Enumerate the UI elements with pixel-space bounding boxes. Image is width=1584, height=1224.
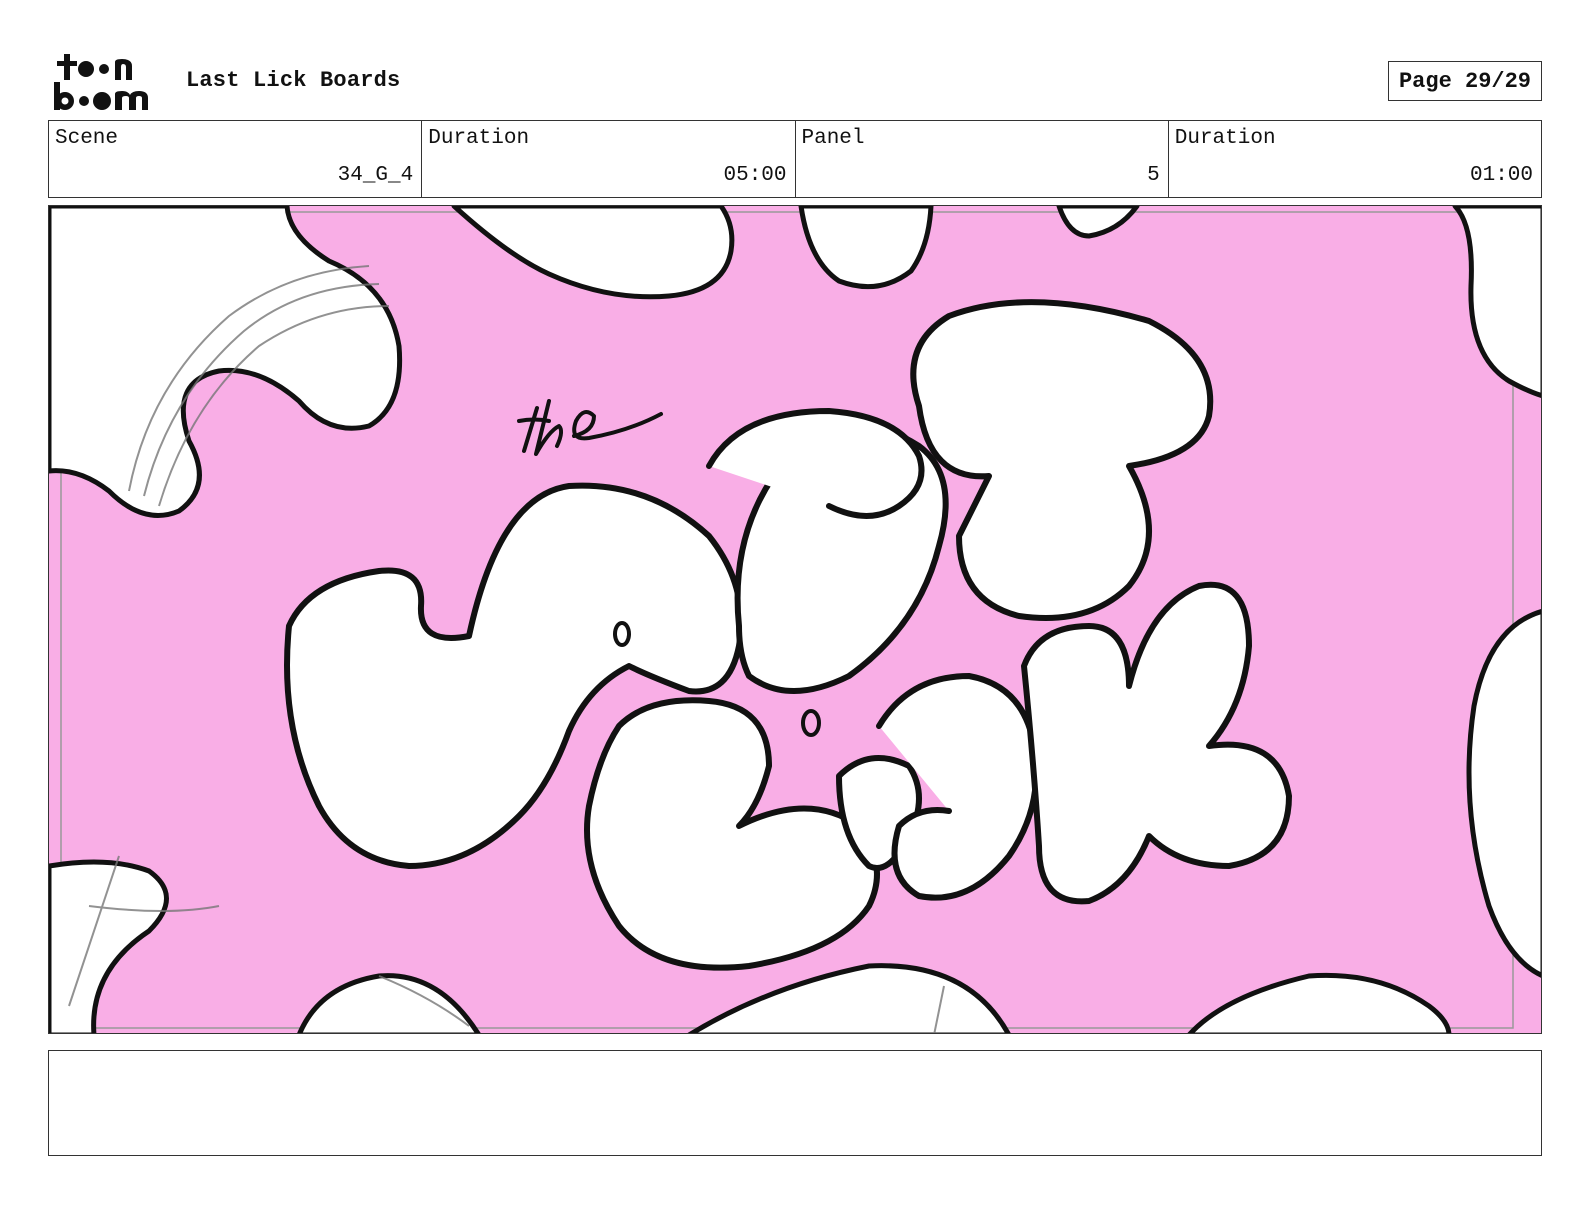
toon-boom-logo [52, 52, 164, 114]
panel-cell: Panel 5 [796, 121, 1169, 197]
scene-duration-value: 05:00 [723, 164, 787, 187]
storyboard-panel [48, 205, 1542, 1034]
panel-duration-cell: Duration 01:00 [1169, 121, 1541, 197]
scene-value: 34_G_4 [337, 164, 414, 187]
scene-cell: Scene 34_G_4 [49, 121, 423, 197]
panel-notes-box [48, 1050, 1542, 1156]
scene-duration-cell: Duration 05:00 [422, 121, 796, 197]
scene-duration-label: Duration [428, 127, 530, 150]
scene-label: Scene [55, 127, 119, 150]
page-number-badge: Page 29/29 [1388, 61, 1542, 101]
panel-value: 5 [1147, 164, 1160, 187]
document-title: Last Lick Boards [186, 68, 401, 93]
panel-drawing [49, 206, 1541, 1033]
scene-info-row: Scene 34_G_4 Duration 05:00 Panel 5 Dura… [48, 120, 1542, 198]
panel-label: Panel [801, 127, 865, 150]
panel-duration-value: 01:00 [1469, 164, 1533, 187]
panel-duration-label: Duration [1174, 127, 1276, 150]
